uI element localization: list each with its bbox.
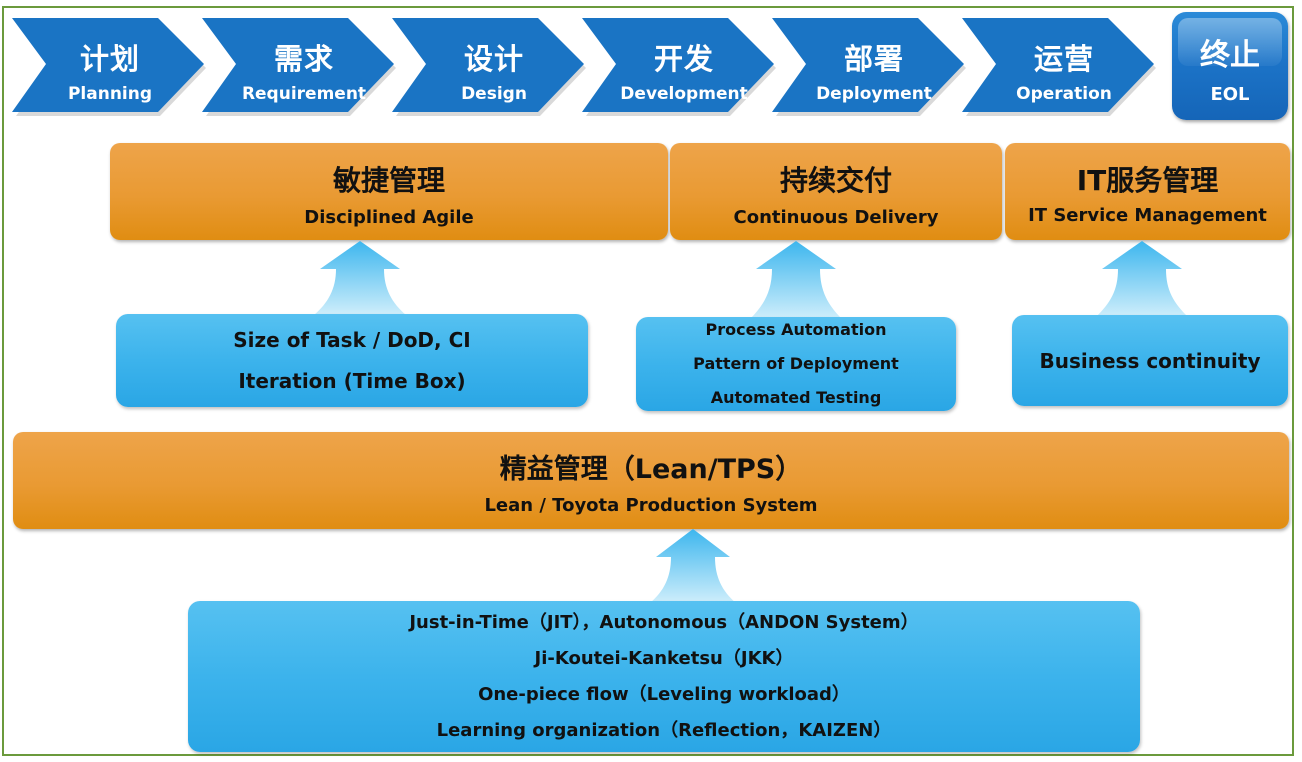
practice-it-service-management: IT服务管理 IT Service Management bbox=[1005, 143, 1290, 240]
stage-zh: 开发 bbox=[653, 42, 714, 76]
practice-continuous-delivery: 持续交付 Continuous Delivery bbox=[670, 143, 1002, 240]
stage-deployment: 部署 Deployment bbox=[772, 18, 968, 116]
enablers-it-service-management: Business continuity bbox=[1012, 315, 1288, 406]
practice-zh: IT服务管理 bbox=[1076, 164, 1219, 197]
foundation-lean-tps: 精益管理（Lean/TPS） Lean / Toyota Production … bbox=[13, 432, 1289, 529]
enabler-item: Pattern of Deployment bbox=[693, 354, 899, 373]
enabler-item: Size of Task / DoD, CI bbox=[233, 327, 471, 352]
enablers-disciplined-agile: Size of Task / DoD, CI Iteration (Time B… bbox=[116, 314, 588, 407]
practice-en: Disciplined Agile bbox=[304, 207, 474, 228]
foundation-en: Lean / Toyota Production System bbox=[484, 495, 818, 516]
practice-zh: 持续交付 bbox=[779, 164, 892, 197]
stage-zh: 计划 bbox=[79, 42, 140, 76]
stage-en: Development bbox=[620, 84, 748, 104]
enabler-item: Process Automation bbox=[705, 320, 887, 339]
enabler-item: Business continuity bbox=[1039, 348, 1261, 373]
stage-requirement: 需求 Requirement bbox=[202, 18, 398, 116]
stage-en: Operation bbox=[1016, 84, 1112, 104]
stage-zh: 需求 bbox=[273, 42, 334, 76]
stage-planning: 计划 Planning bbox=[12, 18, 208, 116]
stage-zh: 部署 bbox=[843, 42, 904, 76]
stage-development: 开发 Development bbox=[582, 18, 778, 116]
up-arrow-icon bbox=[310, 241, 410, 315]
stage-zh: 设计 bbox=[463, 42, 524, 76]
stage-en: Deployment bbox=[816, 84, 932, 104]
lean-principles: Just-in-Time（JIT），Autonomous（ANDON Syste… bbox=[188, 601, 1140, 752]
up-arrow-icon bbox=[746, 241, 846, 319]
stage-en: Design bbox=[461, 84, 527, 104]
foundation-zh: 精益管理（Lean/TPS） bbox=[499, 454, 803, 485]
stage-en: EOL bbox=[1210, 84, 1250, 105]
enabler-item: Automated Testing bbox=[710, 388, 882, 407]
principle-item: One-piece flow（Leveling workload） bbox=[478, 683, 850, 705]
enablers-continuous-delivery: Process Automation Pattern of Deployment… bbox=[636, 317, 956, 411]
stage-design: 设计 Design bbox=[392, 18, 588, 116]
stage-zh: 终止 bbox=[1200, 38, 1260, 73]
stage-en: Planning bbox=[67, 84, 153, 104]
stage-operation: 运营 Operation bbox=[962, 18, 1158, 116]
enabler-item: Iteration (Time Box) bbox=[238, 368, 466, 393]
principle-item: Just-in-Time（JIT），Autonomous（ANDON Syste… bbox=[409, 611, 919, 633]
principle-item: Ji-Koutei-Kanketsu（JKK） bbox=[534, 647, 794, 669]
practice-disciplined-agile: 敏捷管理 Disciplined Agile bbox=[110, 143, 668, 240]
practice-en: IT Service Management bbox=[1028, 205, 1267, 226]
practice-zh: 敏捷管理 bbox=[332, 164, 445, 197]
up-arrow-icon bbox=[646, 529, 740, 603]
up-arrow-icon bbox=[1092, 241, 1192, 317]
stage-eol: 终止 EOL bbox=[1172, 12, 1288, 120]
stage-en: Requirement bbox=[241, 84, 367, 104]
stage-zh: 运营 bbox=[1033, 42, 1094, 76]
practice-en: Continuous Delivery bbox=[733, 207, 939, 228]
principle-item: Learning organization（Reflection，KAIZEN） bbox=[436, 719, 892, 741]
